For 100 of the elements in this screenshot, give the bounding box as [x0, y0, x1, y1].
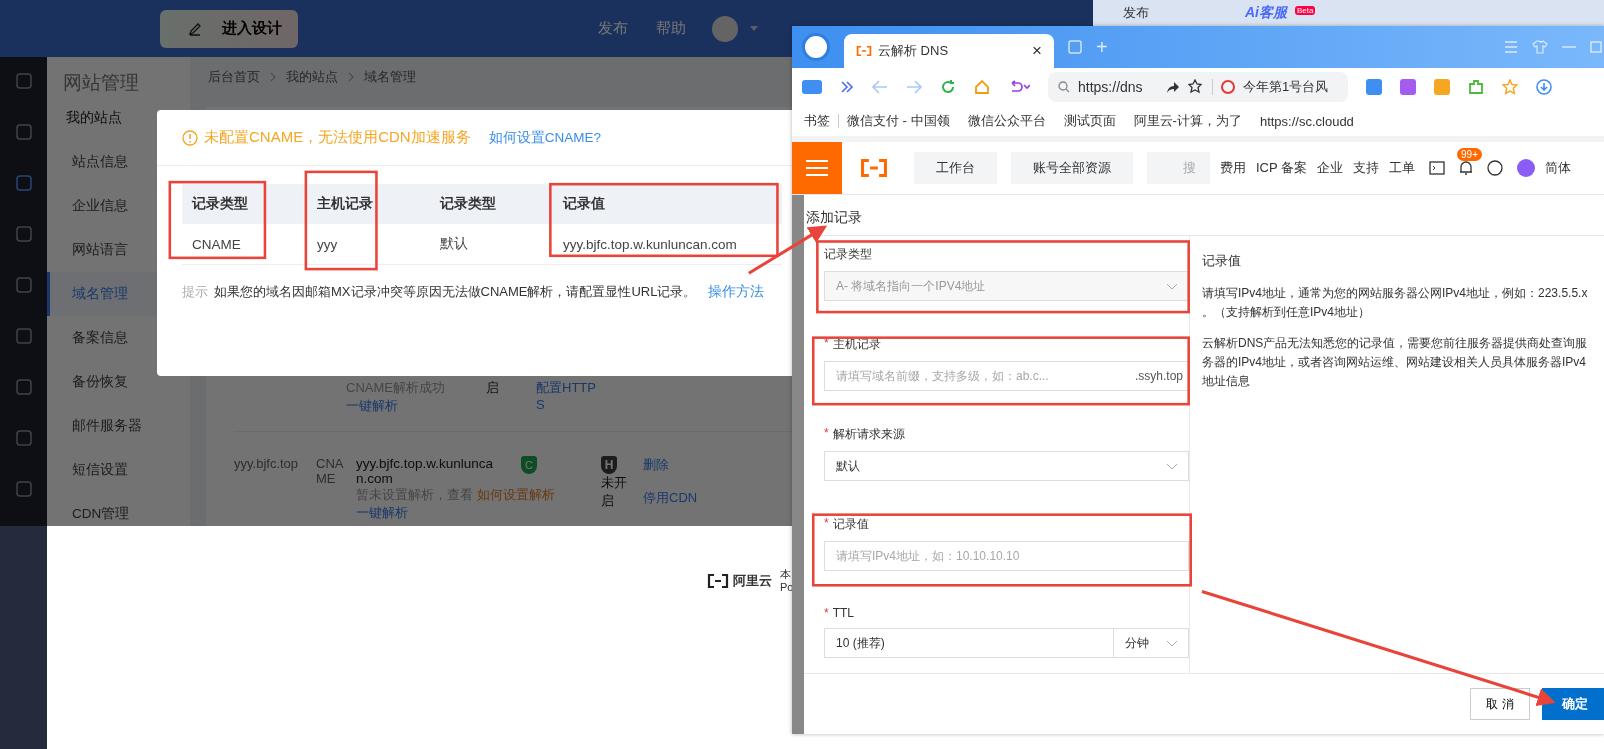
dialog-title: 添加记录: [804, 195, 1604, 236]
nav-link[interactable]: ICP 备案: [1256, 159, 1308, 177]
bell-icon[interactable]: [1459, 160, 1474, 176]
table-cell-text: CNAME: [191, 236, 242, 252]
help-button[interactable]: 帮助: [642, 0, 700, 57]
avatar-icon[interactable]: [712, 15, 738, 42]
address-bar[interactable]: https://dns 今年第1号台风: [1048, 72, 1348, 102]
search-field[interactable]: 搜: [1147, 152, 1210, 184]
chevron-icon: [348, 72, 354, 82]
field-label: 解析请求来源: [832, 426, 905, 443]
field-label: 记录值: [832, 516, 869, 533]
nav-link[interactable]: 工单: [1389, 159, 1416, 177]
field-label: 记录类型: [824, 246, 872, 263]
action-link[interactable]: 删除: [643, 456, 669, 489]
share-icon[interactable]: [1166, 80, 1180, 94]
setup-link[interactable]: 如何设置解析: [476, 487, 555, 502]
nav-link[interactable]: 支持: [1353, 159, 1380, 177]
footer-text: 本: [780, 568, 792, 581]
bookmark-item[interactable]: https://sc.cloudd: [1259, 113, 1354, 129]
https-config-link[interactable]: 配置HTTPS: [536, 379, 596, 415]
puzzle-icon[interactable]: [1468, 79, 1484, 95]
publish-button[interactable]: 发布: [1123, 4, 1149, 22]
confirm-button[interactable]: 确定: [1542, 688, 1604, 720]
back-icon[interactable]: [872, 80, 888, 94]
sidebar-item[interactable]: 备份恢复: [47, 360, 190, 404]
browser-logo-icon: [802, 33, 830, 61]
sidebar-title: 网站管理: [62, 71, 140, 95]
warning-icon: [182, 129, 198, 146]
cloud-logo-icon: [707, 574, 729, 588]
unit-select[interactable]: 分钟: [1114, 628, 1189, 658]
table-cell-text: yyy.bjfc.top.w.kunluncan.com: [356, 456, 495, 486]
cloud-logo-icon[interactable]: [860, 159, 888, 177]
brand-name: 阿里云: [733, 572, 772, 590]
hint-text: 如果您的域名因邮箱MX记录冲突等原因无法做CNAME解析，请配置显性URL记录。: [214, 283, 697, 301]
column-header: 主机记录: [316, 195, 374, 213]
sidebar-item[interactable]: 邮件服务器: [47, 404, 190, 448]
bookmark-item[interactable]: 微信支付 - 中国领: [847, 112, 950, 130]
double-chevron-icon[interactable]: [840, 81, 854, 93]
input-field[interactable]: 请填写IPv4地址，如：10.10.10.10: [824, 541, 1189, 571]
column-header: 记录类型: [438, 195, 497, 213]
bookmark-item[interactable]: 微信公众平台: [967, 112, 1046, 130]
help-title: 记录值: [1202, 252, 1242, 270]
menu-icon[interactable]: [1504, 41, 1518, 53]
language-link[interactable]: 简体: [1545, 159, 1572, 177]
publish-button[interactable]: 发布: [584, 0, 642, 57]
field-label: TTL: [832, 606, 854, 620]
cloud-logo-icon: [856, 46, 872, 56]
chevron-down-icon: [1166, 640, 1178, 647]
bookmark-item[interactable]: 测试页面: [1063, 112, 1116, 130]
domain-suffix: .ssyh.top: [1134, 369, 1183, 383]
download-icon[interactable]: [1536, 79, 1552, 95]
pencil-icon: [188, 21, 202, 36]
input-field[interactable]: 10 (推荐): [824, 628, 1114, 658]
bookmark-item[interactable]: 阿里云-计算，为了: [1133, 112, 1242, 130]
field-label: 主机记录: [832, 336, 881, 353]
required-mark: *: [824, 606, 829, 620]
instructions-link[interactable]: 操作方法: [708, 283, 765, 301]
cancel-button[interactable]: 取 消: [1470, 688, 1530, 720]
star-plus-icon[interactable]: [1188, 79, 1204, 95]
caret-icon[interactable]: [750, 26, 758, 31]
table-cell-text: yyy.bjfc.top: [234, 456, 300, 473]
help-text: 请填写IPv4地址，通常为您的网站服务器公网IPv4地址，例如：223.5.5.x 。（支持解析到任意IPv4地址）: [1202, 285, 1589, 321]
star-icon[interactable]: [1502, 79, 1518, 95]
sidebar-item[interactable]: CDN管理: [47, 492, 190, 526]
browser-tab[interactable]: 云解析 DNS ×: [844, 34, 1054, 68]
table-cell-text: yyy.bjfc.top.w.kunluncan.com: [562, 236, 738, 252]
bookmark-item[interactable]: 书签: [804, 112, 830, 130]
breadcrumb-link[interactable]: 后台首页: [208, 68, 260, 86]
undo-icon[interactable]: [1008, 80, 1030, 94]
column-header: 记录类型: [190, 195, 249, 213]
table-cell-text: yyy: [316, 236, 339, 252]
shield-icon: H: [601, 456, 617, 474]
new-tab-button[interactable]: +: [1096, 35, 1108, 59]
shield-icon: C: [521, 456, 537, 474]
notification-badge: 99+: [1457, 148, 1483, 161]
avatar-icon[interactable]: [1517, 159, 1536, 177]
maximize-icon[interactable]: [1590, 41, 1602, 53]
nav-link[interactable]: 费用: [1220, 159, 1246, 177]
help-link[interactable]: 如何设置CNAME?: [488, 128, 601, 147]
table-cell-text: 默认: [439, 235, 469, 253]
action-link[interactable]: 停用CDN: [643, 489, 698, 522]
close-tab-button[interactable]: ×: [1032, 41, 1042, 61]
chat-brand[interactable]: Ai客服: [1245, 4, 1287, 22]
menu-icon: [806, 160, 828, 176]
reload-icon[interactable]: [940, 79, 956, 95]
breadcrumb-link[interactable]: 域名管理: [364, 68, 416, 86]
nav-link[interactable]: 企业: [1317, 159, 1344, 177]
required-mark: *: [824, 426, 829, 442]
select-field[interactable]: 默认: [824, 451, 1189, 481]
column-header: 记录值: [561, 195, 606, 213]
design-button[interactable]: 进入设计: [160, 9, 298, 48]
search-engine-icon[interactable]: [1221, 80, 1235, 94]
forward-icon[interactable]: [906, 80, 922, 94]
menu-button[interactable]: [792, 142, 842, 194]
resources-dropdown[interactable]: 账号全部资源: [1011, 152, 1133, 184]
breadcrumb-link[interactable]: 我的站点: [286, 68, 338, 86]
shirt-icon[interactable]: [1532, 40, 1548, 54]
sidebar-item[interactable]: 短信设置: [47, 448, 190, 492]
workbench-button[interactable]: 工作台: [914, 152, 997, 184]
beta-badge: Beta: [1295, 6, 1316, 15]
